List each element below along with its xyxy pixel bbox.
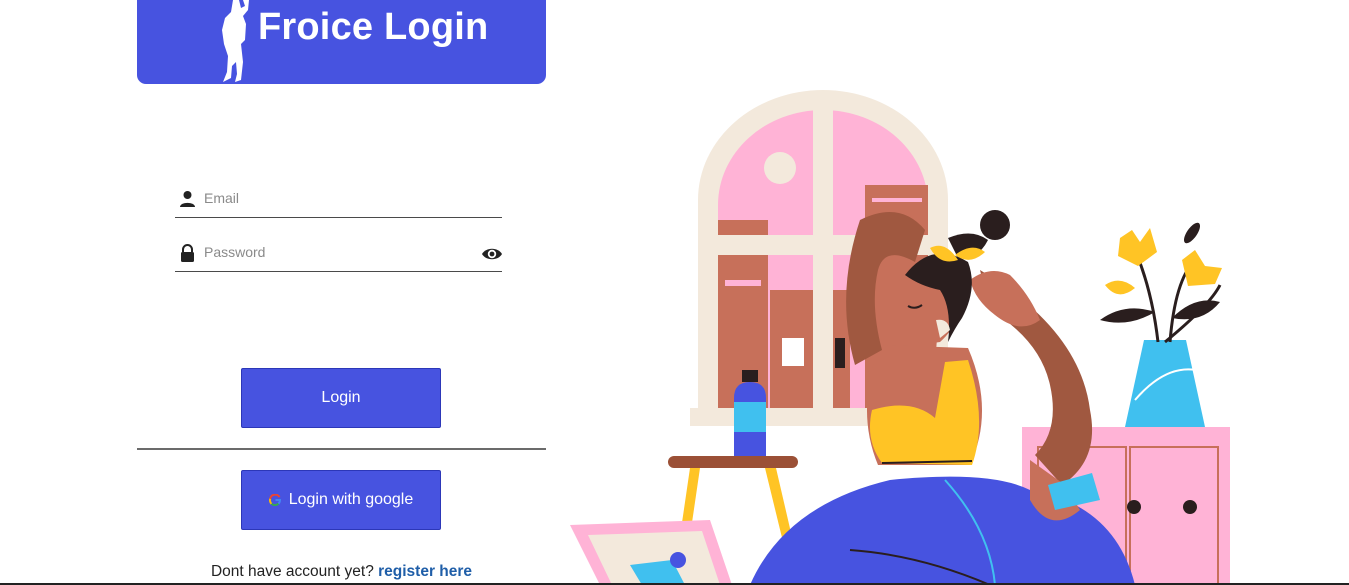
- yoga-woman-illustration: [570, 90, 1230, 585]
- user-icon: [180, 191, 195, 207]
- woman-bun: [980, 210, 1010, 240]
- vase: [1125, 340, 1205, 427]
- password-input[interactable]: [204, 241, 464, 263]
- divider: [137, 448, 546, 450]
- google-icon: [268, 494, 281, 506]
- window-mullion-vertical: [813, 100, 833, 415]
- register-link[interactable]: register here: [378, 563, 472, 580]
- lock-icon: [181, 244, 194, 262]
- register-prompt: Dont have account yet?: [210, 563, 374, 580]
- bottle-cap: [742, 370, 758, 382]
- password-field: [175, 237, 502, 272]
- logo-figure-icon: [222, 0, 249, 82]
- email-input[interactable]: [204, 187, 464, 209]
- header-banner: Froice Login: [137, 0, 546, 84]
- email-field: [175, 183, 502, 218]
- woman-hand: [970, 271, 1040, 327]
- google-login-button[interactable]: Login with google: [241, 470, 441, 530]
- login-button[interactable]: Login: [241, 368, 441, 428]
- page-title: Froice Login: [258, 6, 489, 48]
- eye-icon[interactable]: [481, 244, 503, 264]
- stool-top: [668, 456, 798, 468]
- window-moon: [764, 152, 796, 184]
- google-login-label: Login with google: [288, 491, 414, 508]
